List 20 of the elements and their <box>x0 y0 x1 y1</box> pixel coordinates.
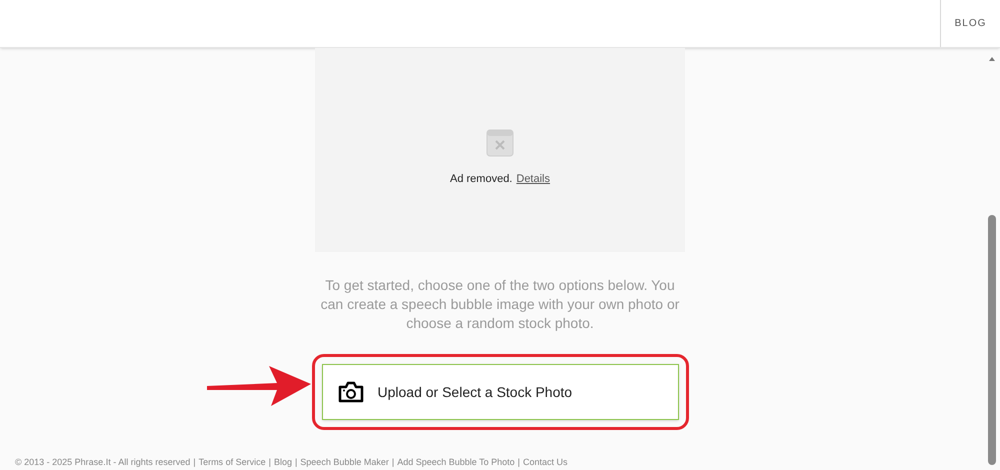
footer-link[interactable]: Terms of Service <box>198 456 266 469</box>
camera-icon <box>338 381 364 403</box>
footer-link[interactable]: Add Speech Bubble To Photo <box>397 456 515 469</box>
closed-window-icon <box>486 128 514 157</box>
footer-link[interactable]: Contact Us <box>522 456 568 469</box>
scroll-up-icon[interactable] <box>989 57 995 61</box>
separator: | <box>193 456 196 469</box>
upload-button[interactable]: Upload or Select a Stock Photo <box>322 364 678 420</box>
footer-link[interactable]: Blog <box>274 456 292 469</box>
copyright-text: © 2013 - 2025 Phrase.It - All rights reserved <box>15 456 190 469</box>
nav-link[interactable]: BLOG <box>940 0 1000 47</box>
separator: | <box>392 456 394 469</box>
intro-text: To get started, choose one of the two options below. You can create a speech bubble image with your own photo or choose a random stock photo. <box>320 276 680 333</box>
separator: | <box>518 456 520 469</box>
scrollbar-thumb[interactable] <box>988 215 996 465</box>
footer-link[interactable]: Speech Bubble Maker <box>300 456 389 469</box>
ad-removed-text: Ad removed. <box>450 172 512 187</box>
details-link[interactable]: Details <box>516 170 550 188</box>
separator: | <box>268 456 271 469</box>
separator: | <box>294 456 298 469</box>
